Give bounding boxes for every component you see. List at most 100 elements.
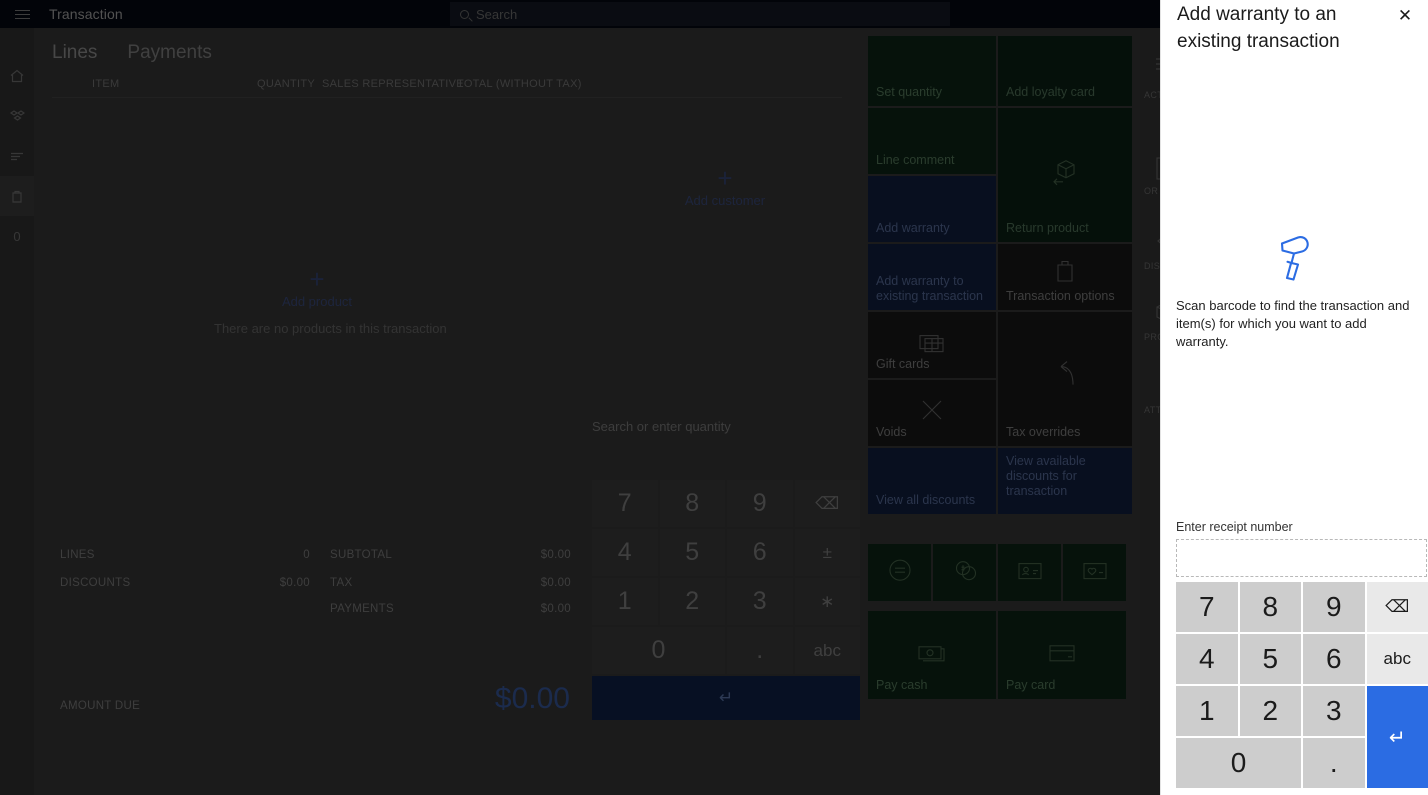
tile-label: Set quantity: [876, 85, 943, 99]
tab-bar: Lines Payments: [52, 42, 212, 64]
tile-customer-card[interactable]: [998, 544, 1061, 601]
key-1[interactable]: 1: [592, 578, 658, 625]
empty-grid-message: There are no products in this transactio…: [214, 321, 447, 336]
discounts-value: $0.00: [279, 577, 310, 589]
main-keypad: 7 8 9 ⌫ 4 5 6 ± 1 2 3 ∗ 0 . abc ↵: [592, 480, 860, 720]
panel-key-1[interactable]: 1: [1176, 686, 1238, 736]
key-0[interactable]: 0: [592, 627, 725, 674]
key-9[interactable]: 9: [727, 480, 793, 527]
list-icon: [11, 152, 23, 161]
home-icon: [10, 69, 24, 83]
panel-key-0[interactable]: 0: [1176, 738, 1301, 788]
key-plusminus[interactable]: ±: [794, 529, 860, 576]
tile-pay-cash[interactable]: Pay cash: [868, 611, 996, 699]
key-6[interactable]: 6: [727, 529, 793, 576]
panel-key-8[interactable]: 8: [1239, 582, 1301, 632]
tile-label: Add loyalty card: [1006, 85, 1095, 99]
tile-transaction-options[interactable]: Transaction options: [998, 244, 1132, 310]
tax-value: $0.00: [540, 577, 571, 589]
panel-key-backspace[interactable]: ⌫: [1366, 582, 1428, 632]
loyalty-card-icon: [1063, 558, 1126, 582]
tab-lines[interactable]: Lines: [52, 42, 97, 64]
rail-item-home[interactable]: [0, 56, 34, 96]
key-multiply[interactable]: ∗: [794, 578, 860, 625]
panel-keypad: 7 8 9 ⌫ 4 5 6 abc 1 2 3 0 . ↵: [1176, 582, 1428, 788]
add-customer-button[interactable]: + Add customer: [660, 165, 790, 208]
panel-key-9[interactable]: 9: [1303, 582, 1365, 632]
tile-add-warranty[interactable]: Add warranty: [868, 176, 996, 242]
column-item: ITEM: [92, 78, 120, 90]
key-2[interactable]: 2: [659, 578, 725, 625]
receipt-number-input[interactable]: [1176, 539, 1427, 577]
add-product-button[interactable]: + Add product: [250, 266, 384, 309]
tile-gift-cards[interactable]: Gift cards: [868, 312, 996, 378]
key-7[interactable]: 7: [592, 480, 658, 527]
rail-item-products[interactable]: [0, 96, 34, 136]
panel-key-5[interactable]: 5: [1239, 634, 1301, 684]
close-icon[interactable]: ✕: [1390, 2, 1420, 30]
tile-voids[interactable]: Voids: [868, 380, 996, 446]
hamburger-icon[interactable]: [5, 9, 39, 19]
quantity-hint: Search or enter quantity: [592, 419, 731, 434]
tile-label: Return product: [1006, 221, 1089, 235]
key-3[interactable]: 3: [727, 578, 793, 625]
app-title: Transaction: [49, 6, 123, 22]
search-placeholder: Search: [476, 6, 518, 22]
key-8[interactable]: 8: [659, 480, 725, 527]
add-warranty-panel: Add warranty to an existing transaction …: [1160, 0, 1428, 795]
panel-title: Add warranty to an existing transaction: [1177, 4, 1340, 52]
tile-cash-management[interactable]: [933, 544, 996, 601]
credit-card-icon: [998, 642, 1126, 664]
cash-icon: [868, 642, 996, 664]
panel-key-3[interactable]: 3: [1303, 686, 1365, 736]
panel-key-enter[interactable]: ↵: [1366, 686, 1428, 788]
tile-return-product[interactable]: Return product: [998, 108, 1132, 242]
column-quantity: QUANTITY: [257, 78, 316, 90]
search-input[interactable]: Search: [450, 2, 950, 26]
tile-label: Voids: [876, 425, 907, 439]
panel-key-6[interactable]: 6: [1303, 634, 1365, 684]
tile-label: Add warranty to existing transaction: [876, 274, 984, 303]
key-decimal[interactable]: .: [727, 627, 793, 674]
tile-label: Pay cash: [876, 678, 928, 692]
panel-key-7[interactable]: 7: [1176, 582, 1238, 632]
tile-tax-overrides[interactable]: Tax overrides: [998, 312, 1132, 446]
column-total: TOTAL (WITHOUT TAX): [457, 78, 582, 90]
tile-loyalty-card[interactable]: [1063, 544, 1126, 601]
tile-view-available-discounts[interactable]: View available discounts for transaction: [998, 448, 1132, 514]
tile-add-loyalty-card[interactable]: Add loyalty card: [998, 36, 1132, 106]
tile-label: Tax overrides: [1006, 425, 1081, 439]
left-rail: 0: [0, 28, 34, 795]
bag-icon: [998, 256, 1132, 284]
panel-key-abc[interactable]: abc: [1366, 634, 1428, 684]
panel-key-4[interactable]: 4: [1176, 634, 1238, 684]
key-backspace[interactable]: ⌫: [794, 480, 860, 527]
tile-label: Gift cards: [876, 357, 930, 371]
equals-circle-icon: [868, 556, 931, 584]
tile-label: Transaction options: [1006, 289, 1115, 303]
tax-label: TAX: [330, 577, 353, 589]
tile-line-comment[interactable]: Line comment: [868, 108, 996, 174]
tile-price-check[interactable]: [868, 544, 931, 601]
tile-label: Pay card: [1006, 678, 1056, 692]
panel-key-decimal[interactable]: .: [1303, 738, 1365, 788]
tile-view-all-discounts[interactable]: View all discounts: [868, 448, 996, 514]
rail-item-cart[interactable]: [0, 176, 34, 216]
plus-icon: +: [717, 163, 733, 193]
rail-item-list[interactable]: [0, 136, 34, 176]
tile-set-quantity[interactable]: Set quantity: [868, 36, 996, 106]
tab-payments[interactable]: Payments: [127, 42, 211, 64]
key-5[interactable]: 5: [659, 529, 725, 576]
tile-pay-card[interactable]: Pay card: [998, 611, 1126, 699]
rail-item-count[interactable]: 0: [0, 216, 34, 256]
lines-value: 0: [303, 549, 310, 561]
products-icon: [9, 110, 25, 121]
plus-icon: +: [309, 264, 325, 294]
undo-icon: [998, 359, 1132, 393]
tile-add-warranty-existing-transaction[interactable]: Add warranty to existing transaction: [868, 244, 996, 310]
key-4[interactable]: 4: [592, 529, 658, 576]
x-icon: [868, 395, 996, 425]
panel-key-2[interactable]: 2: [1239, 686, 1301, 736]
key-abc[interactable]: abc: [794, 627, 860, 674]
key-enter[interactable]: ↵: [592, 676, 860, 720]
